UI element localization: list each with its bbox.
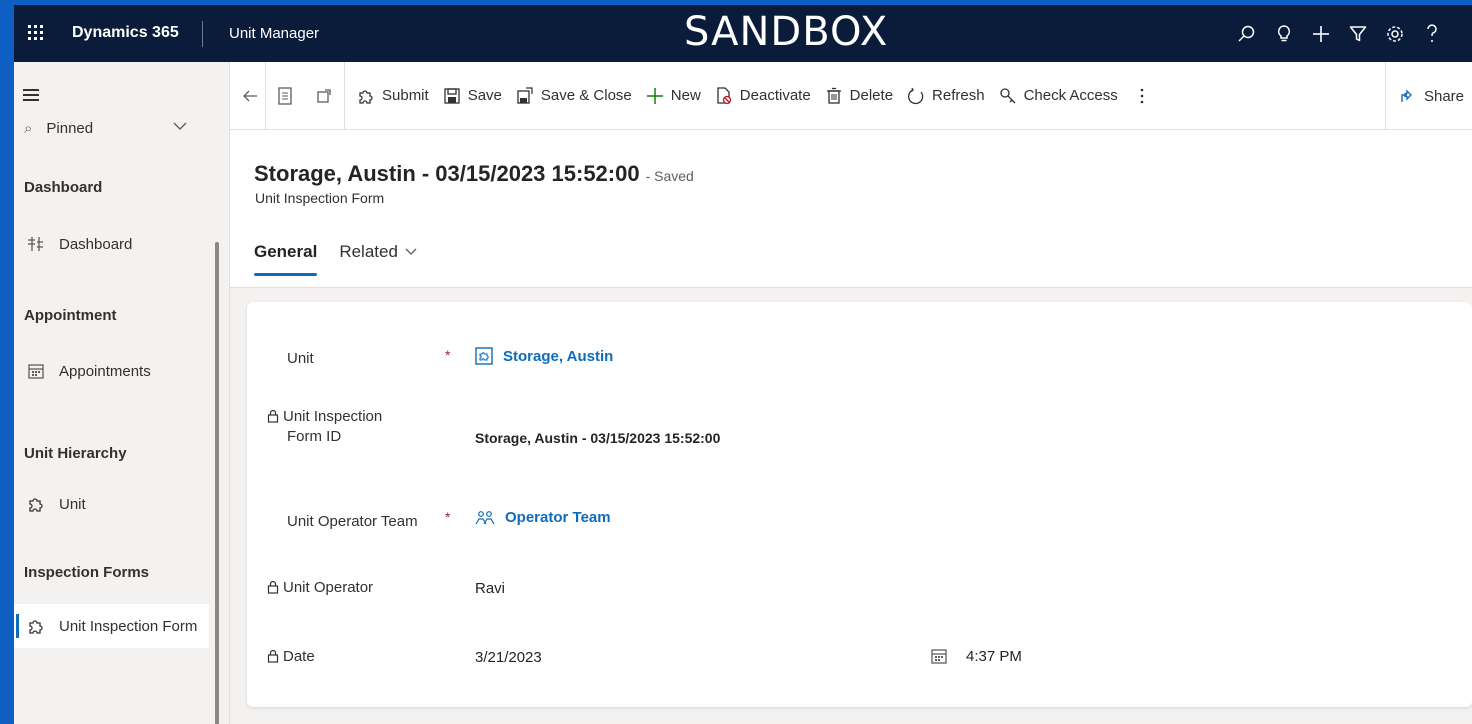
form-tabs: General Related [254, 242, 418, 276]
save-button[interactable]: Save [436, 78, 509, 114]
sidebar-scrollbar[interactable] [215, 242, 219, 724]
sidebar-item-label: Unit Inspection Form [59, 617, 198, 635]
document-icon [278, 86, 292, 105]
lock-icon [267, 409, 279, 423]
record-title: Storage, Austin - 03/15/2023 15:52:00 - S… [254, 161, 694, 187]
app-window: Dynamics 365 Unit Manager SANDBOX ⌕ Pinn… [14, 5, 1472, 724]
sidebar-item-unit-inspection-form[interactable]: Unit Inspection Form [14, 604, 209, 648]
field-label: Unit [287, 350, 314, 367]
field-label: Date [267, 647, 315, 667]
save-close-icon [517, 86, 533, 104]
share-label: Share [1423, 87, 1464, 105]
divider [202, 21, 203, 47]
form-id-value: Storage, Austin - 03/15/2023 15:52:00 [475, 430, 721, 446]
refresh-icon [908, 87, 924, 104]
puzzle-icon [24, 495, 48, 513]
hamburger-menu-icon[interactable] [23, 89, 39, 101]
sidebar-item-label: Dashboard [59, 235, 133, 253]
save-and-close-button[interactable]: Save & Close [509, 78, 639, 114]
top-bar-actions [1228, 19, 1450, 49]
sidebar-group-dashboard: Dashboard [24, 179, 103, 196]
required-marker: * [445, 347, 451, 363]
sidebar: ⌕ Pinned Dashboard Dashboard Appointment … [14, 62, 230, 724]
save-icon [444, 87, 460, 104]
open-new-window-button[interactable] [304, 78, 344, 114]
deactivate-icon [717, 86, 731, 104]
field-label: Unit Inspection Form ID [267, 407, 382, 447]
search-icon[interactable] [1228, 19, 1265, 49]
more-commands-button[interactable] [1125, 78, 1159, 114]
sidebar-item-pinned[interactable]: ⌕ Pinned [24, 120, 93, 137]
record-header: Storage, Austin - 03/15/2023 15:52:00 - S… [230, 130, 1472, 288]
unit-operator-value: Ravi [475, 580, 506, 597]
command-bar: Submit Save Save & Close New Deactivate … [230, 61, 1472, 130]
check-access-button[interactable]: Check Access [992, 78, 1125, 114]
form-name: Unit Inspection Form [255, 190, 385, 206]
brand-name[interactable]: Dynamics 365 [72, 24, 179, 42]
sidebar-item-unit[interactable]: Unit [14, 482, 209, 526]
puzzle-icon [359, 89, 373, 104]
help-icon[interactable] [1413, 19, 1450, 49]
calendar-icon [24, 362, 48, 380]
filter-icon[interactable] [1339, 19, 1376, 49]
tab-related[interactable]: Related [339, 242, 418, 276]
more-vertical-icon [1140, 88, 1144, 103]
form-section-card: Unit * Storage, Austin Unit Inspection F… [247, 302, 1472, 707]
form-view-button[interactable] [266, 78, 304, 114]
sidebar-item-label: Appointments [59, 362, 151, 380]
chevron-down-icon[interactable] [172, 118, 188, 139]
key-icon [999, 87, 1016, 103]
trash-icon [826, 87, 841, 104]
chevron-down-icon [405, 248, 417, 255]
time-value: 4:37 PM [966, 647, 1022, 665]
back-arrow-icon [243, 90, 257, 101]
sidebar-group-unit-hierarchy: Unit Hierarchy [24, 445, 127, 462]
share-icon [1401, 89, 1412, 102]
sidebar-group-inspection-forms: Inspection Forms [24, 564, 150, 581]
time-field: 4:37 PM [930, 647, 1022, 665]
field-label: Unit Operator [267, 578, 373, 598]
puzzle-icon [24, 617, 48, 635]
sidebar-item-label: Unit [59, 495, 86, 513]
pin-icon: ⌕ [24, 120, 33, 137]
tab-general[interactable]: General [254, 242, 318, 276]
dashboard-icon [24, 235, 48, 253]
pinned-label: Pinned [46, 120, 94, 137]
record-title-text: Storage, Austin - 03/15/2023 15:52:00 [254, 161, 640, 186]
required-marker: * [445, 509, 451, 525]
popout-icon [317, 88, 331, 103]
sidebar-item-appointments[interactable]: Appointments [14, 349, 209, 393]
top-bar: Dynamics 365 Unit Manager SANDBOX [14, 5, 1472, 62]
team-icon [475, 510, 495, 524]
sidebar-item-dashboard[interactable]: Dashboard [14, 222, 209, 266]
save-status: - Saved [645, 168, 694, 184]
lock-icon [267, 580, 279, 594]
plus-icon[interactable] [1302, 19, 1339, 49]
entity-icon [475, 347, 493, 365]
submit-button[interactable]: Submit [345, 78, 436, 114]
date-value: 3/21/2023 [475, 649, 542, 666]
sidebar-group-appointment: Appointment [24, 307, 117, 324]
delete-button[interactable]: Delete [818, 78, 900, 114]
app-launcher-icon[interactable] [26, 23, 46, 43]
operator-team-lookup-link[interactable]: Operator Team [475, 509, 611, 526]
back-button[interactable] [230, 78, 265, 114]
deactivate-button[interactable]: Deactivate [708, 78, 818, 114]
lock-icon [267, 649, 279, 663]
refresh-button[interactable]: Refresh [900, 78, 992, 114]
share-button[interactable]: Share [1384, 62, 1472, 130]
environment-name: SANDBOX [684, 9, 889, 55]
new-button[interactable]: New [639, 78, 708, 114]
calendar-icon [931, 649, 947, 664]
settings-icon[interactable] [1376, 19, 1413, 49]
lightbulb-icon[interactable] [1265, 19, 1302, 49]
unit-lookup-link[interactable]: Storage, Austin [475, 347, 613, 365]
plus-icon [646, 87, 663, 104]
app-name[interactable]: Unit Manager [229, 25, 319, 42]
field-label: Unit Operator Team [287, 513, 418, 530]
